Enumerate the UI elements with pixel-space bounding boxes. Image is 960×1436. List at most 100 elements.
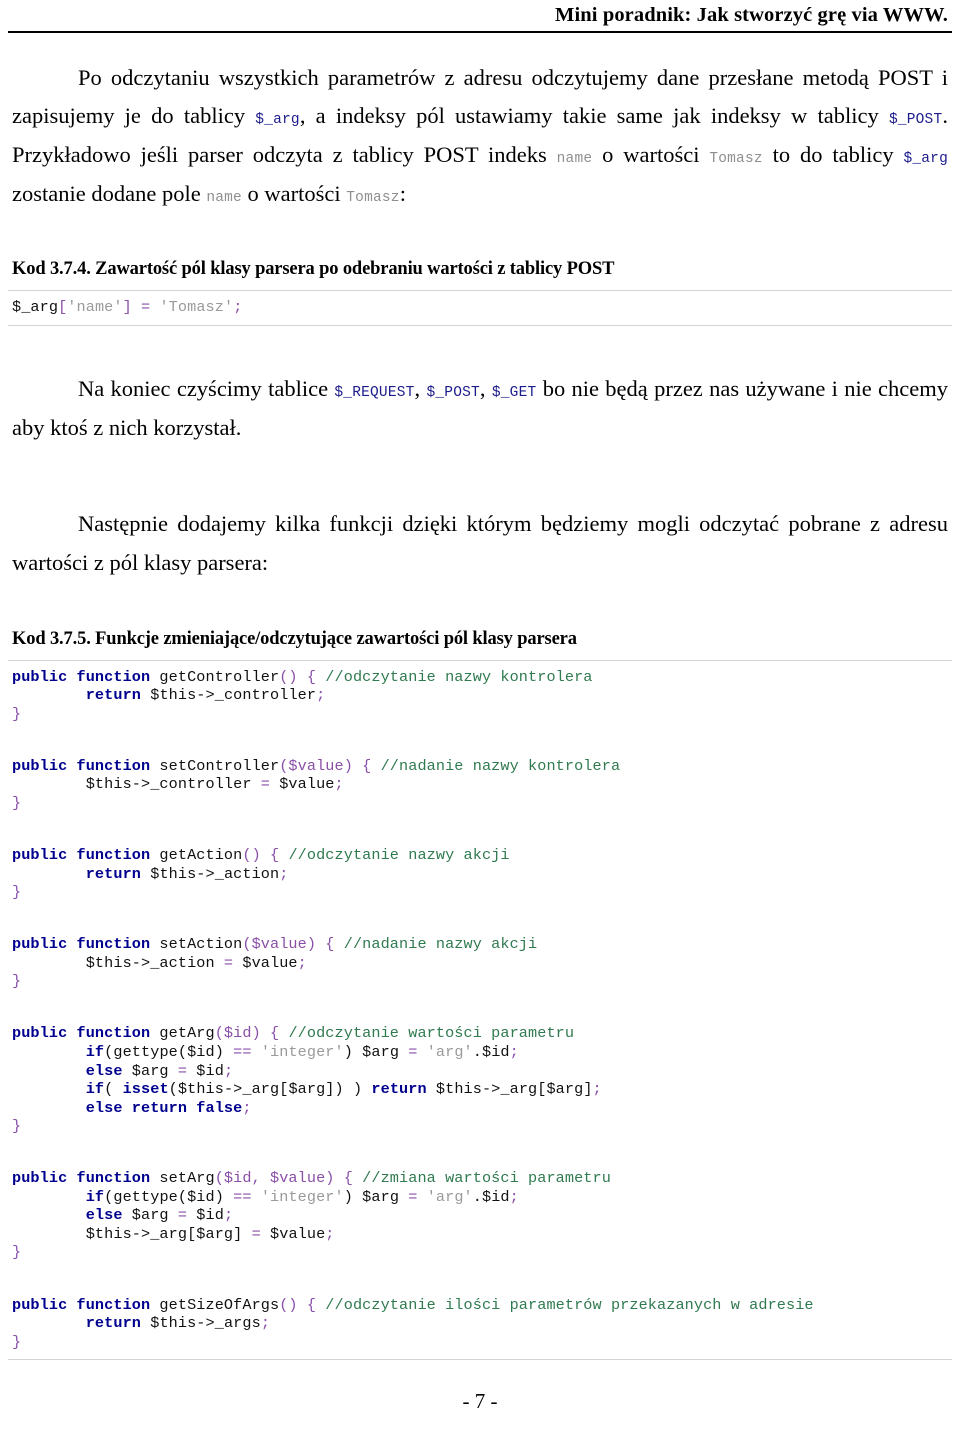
code-token-op: = [177, 1061, 188, 1080]
code-token-punc: ; [297, 953, 307, 972]
code-token-punc: { [343, 1169, 353, 1188]
code-token-kw: if [85, 1043, 105, 1061]
paragraph-cleanup-sep-2: , [479, 375, 492, 401]
code-token-var: ) $arg [343, 1187, 409, 1206]
code-token-punc: ; [233, 298, 243, 317]
code-token-punc: ; [316, 686, 326, 705]
code-token-punc: { [325, 935, 335, 954]
code-token-var [261, 1024, 270, 1042]
code-token-cmt: //nadanie nazwy kontrolera [371, 756, 621, 775]
paragraph-intro-text-5: to do tablicy [762, 141, 904, 167]
code-token-cmt: //odczytanie nazwy kontrolera [316, 667, 593, 686]
inline-code-index-name: name [556, 150, 593, 167]
page-footer: - 7 - [0, 1389, 960, 1414]
inline-code-arg-array: $_arg [255, 112, 300, 129]
code-token-punc: } [12, 883, 22, 902]
code-content-375: public function getController() { //odcz… [8, 668, 952, 1352]
code-token-punc: } [12, 1117, 22, 1136]
code-token-punc: { [362, 756, 372, 775]
code-token-cmt: //nadanie nazwy akcji [334, 935, 538, 954]
paragraph-cleanup: Na koniec czyścimy tablice $_REQUEST, $_… [8, 370, 952, 447]
code-token-var: $value [260, 1224, 326, 1243]
code-token-var: $this->_action [141, 864, 280, 883]
code-token-kw: return [371, 1080, 427, 1099]
code-token-var: $this->_controller [12, 775, 261, 794]
code-token-fn: getAction [150, 846, 243, 865]
code-token-fn: getController [150, 667, 280, 686]
code-token-var: $_arg [12, 298, 59, 317]
code-token-punc: } [12, 704, 22, 723]
code-token-kw: return [85, 686, 142, 705]
code-token-var [252, 1188, 261, 1206]
inline-code-value-tomasz-2: Tomasz [346, 189, 400, 206]
code-token-kw: public function [12, 667, 151, 686]
code-token-punc: ($id, $value) [214, 1169, 335, 1188]
code-token-punc: { [270, 1024, 280, 1043]
code-token-var [335, 1169, 344, 1187]
code-token-punc: ; [223, 1206, 234, 1225]
code-token-kw: public function [12, 935, 151, 954]
inline-code-post-array: $_POST [888, 112, 943, 129]
code-token-var [12, 865, 86, 883]
code-token-var [316, 935, 325, 953]
code-token-var: $this->_args [141, 1314, 261, 1333]
code-token-var: .$id [472, 1043, 510, 1061]
code-token-var [417, 1043, 426, 1061]
inline-code-request-array: $_REQUEST [334, 384, 415, 401]
code-token-var [261, 846, 270, 864]
code-token-var: .$id [472, 1187, 510, 1206]
code-token-punc: ; [242, 1098, 252, 1117]
code-token-str: 'Tomasz' [159, 298, 234, 317]
code-token-kw: public function [12, 846, 151, 865]
code-token-var [12, 1188, 86, 1206]
code-token-kw: isset [122, 1080, 169, 1099]
code-token-var: $this->_arg[$arg] [12, 1224, 252, 1243]
code-token-var [298, 668, 307, 686]
code-token-var [12, 1080, 86, 1098]
code-token-var [252, 1043, 261, 1061]
page-number: - 7 - [462, 1389, 498, 1413]
code-token-kw: public function [12, 1295, 151, 1314]
code-token-var [12, 1062, 86, 1080]
paragraph-intro-text-7: o wartości [241, 180, 347, 206]
code-token-punc: ; [279, 864, 289, 883]
code-token-var [12, 1099, 86, 1117]
code-token-punc: { [306, 1295, 317, 1314]
inline-code-arg-array-2: $_arg [903, 150, 948, 167]
code-token-cmt: //zmiana wartości parametru [352, 1169, 611, 1188]
code-token-str: 'arg' [426, 1187, 473, 1206]
code-token-kw: return [85, 1314, 142, 1333]
code-token-var: $this->_action [12, 953, 224, 972]
code-token-var [12, 1043, 86, 1061]
code-token-punc: ; [592, 1080, 602, 1099]
code-token-punc: } [12, 972, 22, 991]
code-token-cmt: //odczytanie wartości parametru [279, 1024, 575, 1043]
code-token-var [12, 1206, 86, 1224]
code-token-var: $this->_arg[$arg] [426, 1080, 593, 1099]
code-token-punc: } [12, 1332, 22, 1351]
code-token-kw: else [85, 1206, 123, 1225]
code-token-kw: if [85, 1080, 105, 1099]
code-token-var: $arg [122, 1061, 178, 1080]
code-token-punc: ; [334, 775, 344, 794]
code-token-var [12, 1314, 86, 1332]
code-token-fn: getArg [150, 1024, 215, 1043]
code-token-var: $value [270, 775, 335, 794]
code-token-punc: [ [58, 298, 68, 317]
code-token-str: 'integer' [260, 1043, 344, 1061]
paragraph-intro: Po odczytaniu wszystkich parametrów z ad… [8, 59, 952, 214]
code-token-punc: ; [223, 1061, 234, 1080]
code-token-var: $value [233, 953, 298, 972]
code-token-punc: } [12, 1243, 22, 1262]
code-token-fn: setArg [150, 1169, 215, 1188]
code-token-fn: setAction [150, 935, 243, 954]
code-token-fn: setController [150, 756, 280, 775]
running-header: Mini poradnik: Jak stworzyć grę via WWW. [555, 4, 948, 26]
code-token-var: ($this->_arg[$arg]) ) [168, 1080, 372, 1099]
code-token-cmt: //odczytanie ilości parametrów przekazan… [316, 1295, 814, 1314]
code-token-cmt: //odczytanie nazwy akcji [279, 846, 510, 865]
